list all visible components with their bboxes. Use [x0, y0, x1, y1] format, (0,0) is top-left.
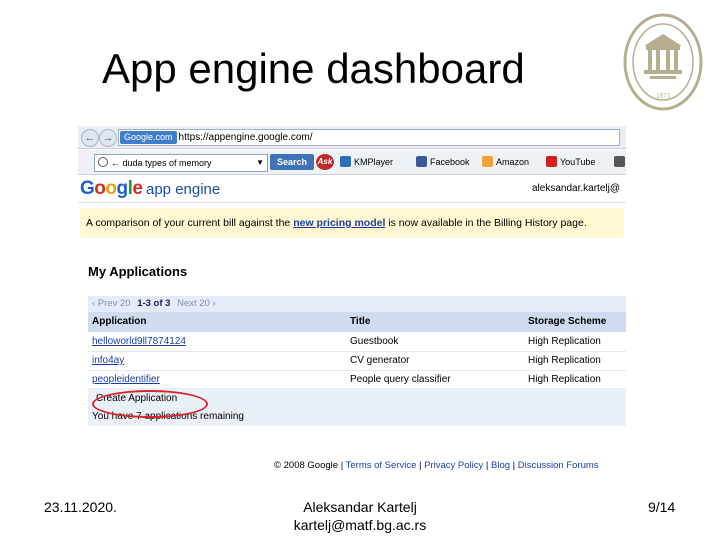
application-link[interactable]: peopleidentifier — [92, 370, 160, 389]
terms-of-service-link[interactable]: Terms of Service — [346, 460, 417, 471]
billing-notice-banner: A comparison of your current bill agains… — [80, 208, 624, 238]
app-engine-product-name: app engine — [146, 181, 221, 198]
ask-logo-icon[interactable]: Ask — [316, 154, 334, 170]
google-app-engine-header: Google app engine aleksandar.kartelj@ — [78, 176, 626, 203]
toolbar-amazon-link[interactable]: Amazon — [482, 156, 529, 169]
applications-table-header: Application Title Storage Scheme — [88, 312, 626, 332]
university-seal-logo: 1873 — [623, 13, 703, 111]
storage-scheme: High Replication — [528, 355, 601, 366]
author-email: kartelj@matf.bg.ac.rs — [293, 517, 427, 533]
toolbar-item-label: KMPlayer — [354, 157, 394, 167]
site-identity-badge[interactable]: Google.com — [120, 131, 177, 144]
my-applications-heading: My Applications — [88, 264, 188, 279]
application-title: CV generator — [350, 355, 410, 366]
browser-screenshot: ← → Google.com https://appengine.google.c… — [78, 126, 626, 472]
address-url: https://appengine.google.com/ — [178, 132, 313, 143]
toolbar-item-label: YouTube — [560, 157, 596, 167]
next-page-link[interactable]: Next 20 › — [177, 298, 216, 309]
slide-date: 23.11.2020. — [44, 499, 117, 515]
new-pricing-model-link[interactable]: new pricing model — [293, 217, 385, 229]
address-bar[interactable]: Google.com https://appengine.google.com/ — [118, 129, 620, 146]
discussion-forums-link[interactable]: Discussion Forums — [518, 460, 599, 471]
youtube-icon — [546, 156, 557, 167]
search-button[interactable]: Search — [270, 154, 314, 170]
application-title: People query classifier — [350, 374, 451, 385]
storage-scheme: High Replication — [528, 336, 601, 347]
column-header-title: Title — [350, 316, 371, 327]
search-toolbar: ← duda types of memory ▼ Search Ask KMPl… — [78, 150, 626, 175]
google-logo[interactable]: Google — [80, 178, 143, 200]
storage-scheme: High Replication — [528, 374, 601, 385]
application-title: Guestbook — [350, 336, 399, 347]
privacy-policy-link[interactable]: Privacy Policy — [424, 460, 483, 471]
amazon-icon — [482, 156, 493, 167]
application-link[interactable]: info4ay — [92, 351, 124, 370]
km-player-icon — [340, 156, 351, 167]
table-row: helloworld9ll7874124 Guestbook High Repl… — [88, 332, 626, 352]
author-name: Aleksandar Kartelj — [303, 499, 417, 515]
toolbar-search-input[interactable]: ← duda types of memory ▼ — [94, 154, 268, 172]
dropdown-caret-icon[interactable]: ▼ — [256, 155, 264, 171]
search-icon — [98, 157, 108, 167]
page-count: 1-3 of 3 — [137, 298, 171, 309]
seal-year: 1873 — [656, 92, 671, 100]
toolbar-facebook-link[interactable]: Facebook — [416, 156, 470, 169]
slide-title: App engine dashboard — [102, 45, 525, 92]
column-header-storage-scheme: Storage Scheme — [528, 316, 607, 327]
user-email: aleksandar.kartelj@ — [532, 183, 620, 194]
footer-copyright: © 2008 Google — [274, 460, 339, 471]
applications-pager: ‹ Prev 20 1-3 of 3 Next 20 › — [88, 296, 626, 312]
table-row: peopleidentifier People query classifier… — [88, 370, 626, 390]
column-header-application: Application — [92, 316, 147, 327]
toolbar-wikipedia-link[interactable]: W — [614, 156, 626, 169]
toolbar-item-label: Facebook — [430, 157, 470, 167]
toolbar-youtube-link[interactable]: YouTube — [546, 156, 595, 169]
slide-page-number: 9/14 — [648, 499, 676, 515]
toolbar-item-label: Amazon — [496, 157, 530, 167]
billing-notice-text: A comparison of your current bill agains… — [86, 217, 587, 229]
highlight-ellipse — [92, 390, 208, 418]
table-row: info4ay CV generator High Replication — [88, 351, 626, 371]
blog-link[interactable]: Blog — [491, 460, 510, 471]
facebook-icon — [416, 156, 427, 167]
toolbar-km-player-link[interactable]: KMPlayer — [340, 156, 393, 169]
prev-page-link[interactable]: ‹ Prev 20 — [92, 298, 131, 309]
application-link[interactable]: helloworld9ll7874124 — [92, 332, 186, 351]
browser-navbar: ← → Google.com https://appengine.google.c… — [78, 126, 626, 149]
forward-arrow-icon[interactable]: → — [99, 129, 117, 147]
back-arrow-icon[interactable]: ← — [81, 129, 99, 147]
wikipedia-icon — [614, 156, 625, 167]
slide-author: Aleksandar Kartelj kartelj@matf.bg.ac.rs — [260, 498, 460, 534]
